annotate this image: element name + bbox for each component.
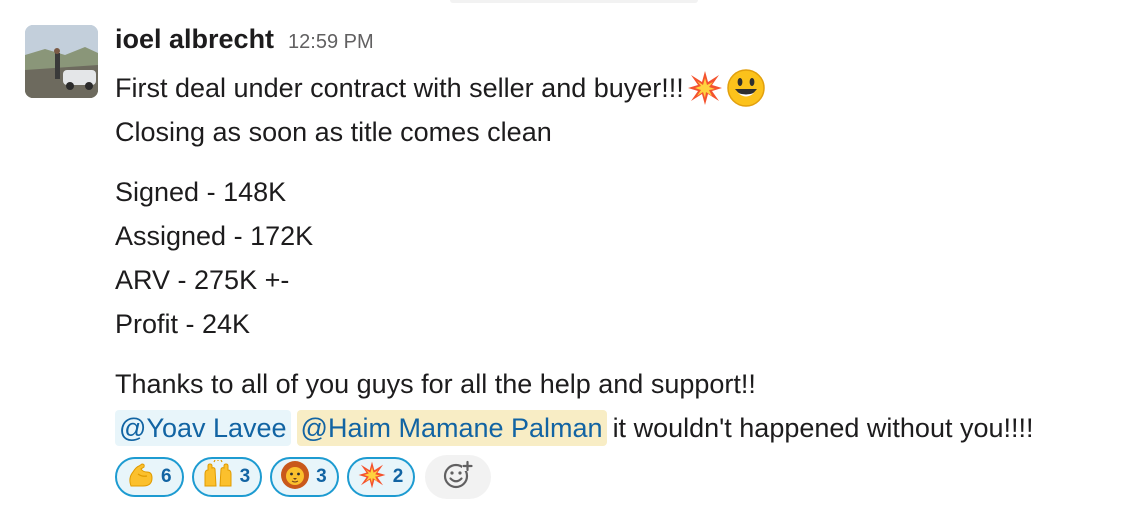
reaction-lion-face[interactable]: 3 — [270, 457, 339, 497]
smiley-emoji-icon — [726, 68, 766, 108]
message-line: ARV - 275K +- — [115, 258, 1125, 302]
reaction-count: 2 — [392, 466, 404, 487]
collision-emoji-icon — [686, 69, 724, 107]
message-text: ARV - 275K +- — [115, 265, 290, 295]
message-text: Signed - 148K — [115, 177, 287, 207]
add-reaction-icon — [441, 459, 475, 496]
message-text: Closing as soon as title comes clean — [115, 117, 552, 147]
message-line: Assigned - 172K — [115, 214, 1125, 258]
add-reaction-button[interactable] — [425, 455, 492, 499]
message-item: ioel albrecht 12:59 PM First deal under … — [0, 0, 1138, 512]
reaction-count: 6 — [161, 466, 172, 487]
reactions-bar: 6 3 3 2 — [115, 455, 492, 499]
flexed-biceps-icon — [125, 460, 155, 495]
reaction-flexed-biceps[interactable]: 6 — [115, 457, 184, 497]
lion-face-icon — [280, 460, 310, 495]
message-line: Signed - 148K — [115, 170, 1125, 214]
message-line: First deal under contract with seller an… — [115, 66, 1125, 110]
message-line: Closing as soon as title comes clean — [115, 110, 1125, 154]
message-body: First deal under contract with seller an… — [115, 66, 1125, 450]
author-name[interactable]: ioel albrecht — [115, 24, 274, 55]
reaction-collision[interactable]: 2 — [346, 457, 416, 497]
raised-hands-icon — [202, 458, 234, 495]
message-text: Assigned - 172K — [115, 221, 314, 251]
message-line: Profit - 24K — [115, 302, 1125, 346]
mention-haim-mamane-palman[interactable]: @Haim Mamane Palman — [296, 410, 607, 446]
collision-icon — [357, 460, 387, 495]
reaction-raised-hands[interactable]: 3 — [191, 457, 263, 497]
mention-yoav-lavee[interactable]: @Yoav Lavee — [115, 410, 291, 446]
message-text: Profit - 24K — [115, 309, 251, 339]
message-line: @Yoav Lavee @Haim Mamane Palman it would… — [115, 406, 1125, 450]
message-line: Thanks to all of you guys for all the he… — [115, 362, 1125, 406]
reaction-count: 3 — [316, 466, 327, 487]
message-text: it wouldn't happened without you!!!! — [612, 413, 1034, 443]
message-text: First deal under contract with seller an… — [115, 73, 684, 103]
message-text: Thanks to all of you guys for all the he… — [115, 369, 756, 399]
message-timestamp[interactable]: 12:59 PM — [288, 31, 374, 54]
avatar[interactable] — [25, 25, 98, 98]
reaction-count: 3 — [239, 466, 251, 487]
